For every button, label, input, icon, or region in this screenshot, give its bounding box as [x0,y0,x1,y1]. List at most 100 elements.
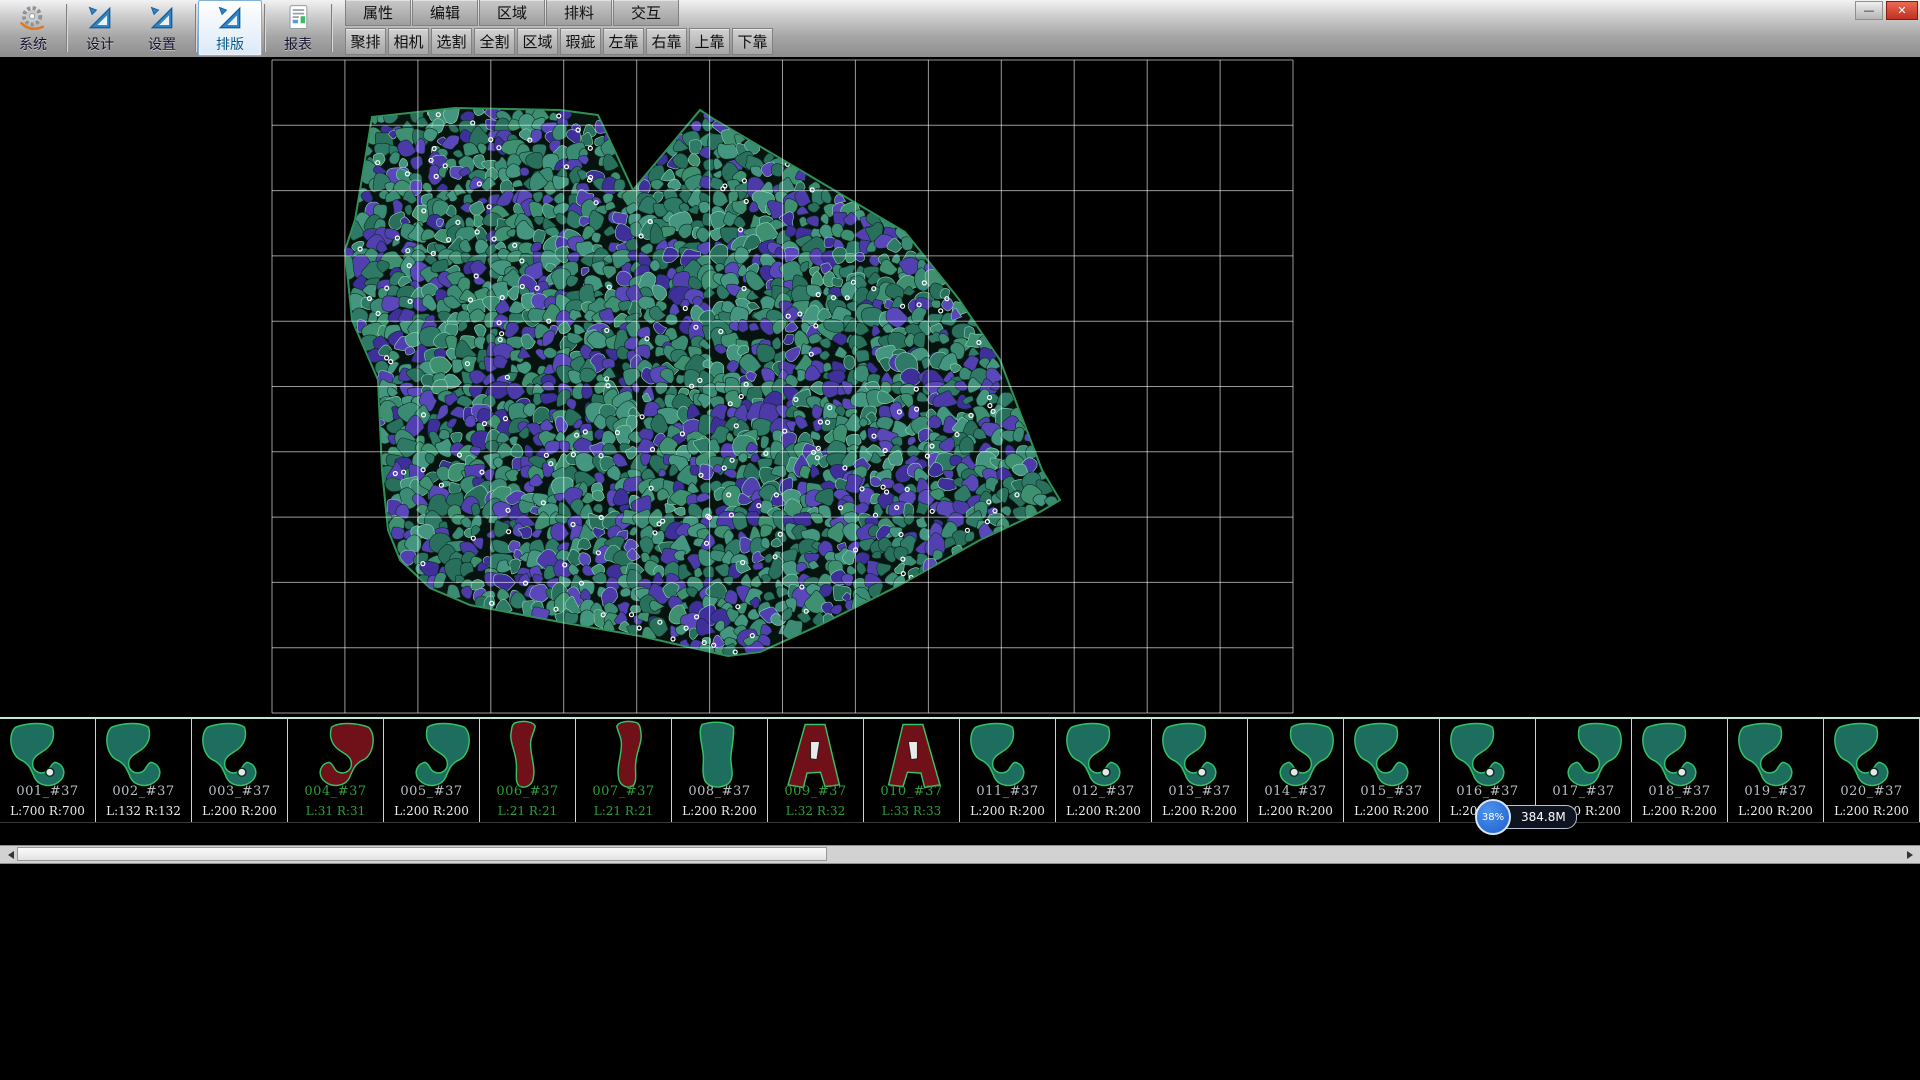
report-doc-icon [283,3,313,33]
piece-lr-label: L:200 R:200 [1728,804,1823,818]
piece-thumbnail[interactable]: 007_#37L:21 R:21 [576,719,672,822]
menu-tab-region[interactable]: 区域 [479,0,545,26]
piece-id-label: 012_#37 [1056,784,1151,799]
piece-id-label: 016_#37 [1440,784,1535,799]
piece-shape [1058,720,1150,792]
settings-ruler-icon [147,3,177,33]
main-toolbar: 系统设计设置排版 报表 [2,0,334,56]
nesting-canvas[interactable] [0,57,1920,717]
piece-lr-label: L:200 R:200 [192,804,287,818]
piece-shape [1154,720,1246,792]
piece-shape [1634,720,1726,792]
piece-thumbnail[interactable]: 012_#37L:200 R:200 [1056,719,1152,822]
close-button[interactable]: ✕ [1886,1,1918,20]
tool-button-snap-top[interactable]: 上靠 [689,28,730,55]
piece-shape [1346,720,1438,792]
piece-id-label: 006_#37 [480,784,575,799]
piece-thumbnail[interactable]: 019_#37L:200 R:200 [1728,719,1824,822]
piece-lr-label: L:32 R:32 [768,804,863,818]
piece-thumbnail[interactable]: 020_#37L:200 R:200 [1824,719,1920,822]
scroll-right-button[interactable] [1903,846,1920,863]
piece-lr-label: L:200 R:200 [1248,804,1343,818]
piece-lr-label: L:200 R:200 [960,804,1055,818]
minimize-button[interactable]: — [1855,1,1883,20]
tool-button-row: 聚排相机选割全割区域瑕疵左靠右靠上靠下靠 [345,28,775,55]
menu-tab-nest[interactable]: 排料 [546,0,612,26]
piece-thumbnail[interactable]: 011_#37 L:200 R:200 [960,719,1056,822]
toolbar-button-label: 排版 [216,34,244,54]
piece-thumbnail[interactable]: 005_#37 L:200 R:200 [384,719,480,822]
piece-thumbnail[interactable]: 015_#37L:200 R:200 [1344,719,1440,822]
toolbar-separator [264,4,265,52]
toolbar-button-system[interactable]: 系统 [2,1,64,55]
piece-lr-label: L:200 R:200 [1632,804,1727,818]
menu-tab-properties[interactable]: 属性 [345,0,411,26]
piece-lr-label: L:200 R:200 [1344,804,1439,818]
piece-shape [1442,720,1534,792]
window-controls: — ✕ [1855,1,1918,20]
piece-thumbnail[interactable]: 008_#37L:200 R:200 [672,719,768,822]
piece-lr-label: L:33 R:33 [864,804,959,818]
piece-thumbnail[interactable]: 009_#37 L:32 R:32 [768,719,864,822]
piece-id-label: 018_#37 [1632,784,1727,799]
piece-shape [770,720,862,792]
scroll-left-icon [4,851,14,859]
piece-id-label: 004_#37 [288,784,383,799]
nesting-ruler-icon [215,3,245,33]
piece-thumbnail[interactable]: 003_#37 L:200 R:200 [192,719,288,822]
tool-button-defect[interactable]: 瑕疵 [560,28,601,55]
tool-button-region[interactable]: 区域 [517,28,558,55]
piece-lr-label: L:200 R:200 [1824,804,1919,818]
toolbar-button-design[interactable]: 设计 [69,1,131,55]
piece-id-label: 007_#37 [576,784,671,799]
toolbar-button-settings[interactable]: 设置 [131,1,193,55]
piece-thumbnail[interactable]: 014_#37 L:200 R:200 [1248,719,1344,822]
tool-button-select-cut[interactable]: 选割 [431,28,472,55]
system-gear-icon [18,3,48,33]
tool-button-snap-bottom[interactable]: 下靠 [732,28,773,55]
piece-thumbnail[interactable]: 010_#37 L:33 R:33 [864,719,960,822]
piece-thumbnail[interactable]: 002_#37L:132 R:132 [96,719,192,822]
scrollbar-thumb[interactable] [17,847,827,861]
piece-id-label: 005_#37 [384,784,479,799]
piece-id-label: 010_#37 [864,784,959,799]
piece-lr-label: L:200 R:200 [384,804,479,818]
toolbar-button-label: 报表 [284,34,312,54]
piece-id-label: 011_#37 [960,784,1055,799]
tool-button-cluster-nest[interactable]: 聚排 [345,28,386,55]
piece-shape [194,720,286,792]
scroll-right-icon [1907,851,1917,859]
piece-id-label: 008_#37 [672,784,767,799]
toolbar-button-nesting[interactable]: 排版 [198,0,262,56]
piece-shape [578,720,670,792]
piece-id-label: 014_#37 [1248,784,1343,799]
tool-button-cut-all[interactable]: 全割 [474,28,515,55]
piece-shape [1826,720,1918,792]
toolbar-button-report[interactable]: 报表 [267,1,329,55]
menu-tab-edit[interactable]: 编辑 [412,0,478,26]
scroll-left-button[interactable] [0,846,17,863]
piece-thumbnail[interactable]: 006_#37L:21 R:21 [480,719,576,822]
toolbar-button-label: 设计 [86,34,114,54]
piece-shape [2,720,94,792]
menu-tab-interact[interactable]: 交互 [613,0,679,26]
piece-id-label: 017_#37 [1536,784,1631,799]
piece-shape [1730,720,1822,792]
tool-button-snap-right[interactable]: 右靠 [646,28,687,55]
toolbar-separator [195,4,196,52]
tool-button-snap-left[interactable]: 左靠 [603,28,644,55]
piece-shape [290,720,382,792]
piece-thumbnail[interactable]: 013_#37L:200 R:200 [1152,719,1248,822]
piece-thumbnail[interactable]: 004_#37 L:31 R:31 [288,719,384,822]
toolbar-separator [331,4,332,52]
piece-id-label: 009_#37 [768,784,863,799]
piece-id-label: 001_#37 [0,784,95,799]
piece-thumbnail[interactable]: 018_#37 L:200 R:200 [1632,719,1728,822]
piece-id-label: 003_#37 [192,784,287,799]
piece-thumbnail[interactable]: 001_#37L:700 R:700 [0,719,96,822]
piece-shape [1538,720,1630,792]
horizontal-scrollbar[interactable] [0,845,1920,864]
piece-lr-label: L:31 R:31 [288,804,383,818]
tool-button-camera[interactable]: 相机 [388,28,429,55]
piece-id-label: 013_#37 [1152,784,1247,799]
